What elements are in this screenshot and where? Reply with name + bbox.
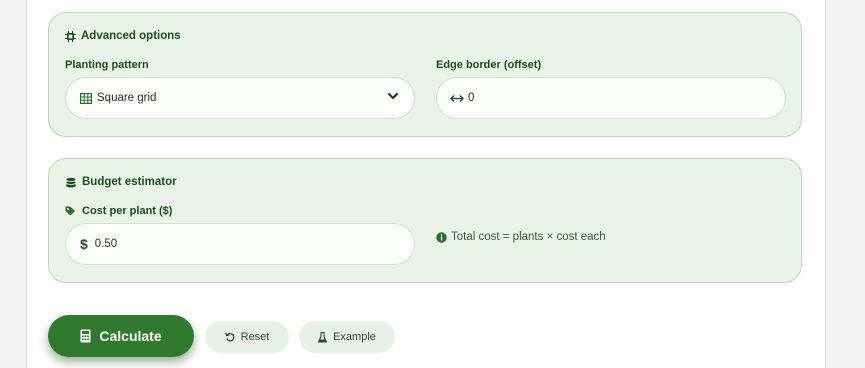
planting-pattern-label: Planting pattern: [65, 59, 149, 71]
total-cost-note-text: Total cost = plants × cost each: [451, 231, 606, 243]
advanced-options-header: Advanced options: [65, 30, 181, 42]
grid-icon: [80, 92, 92, 104]
reset-button[interactable]: Reset: [205, 321, 289, 353]
advanced-options-title: Advanced options: [81, 30, 181, 42]
calculate-button-label: Calculate: [99, 328, 162, 344]
cost-per-plant-input[interactable]: $ 0.50: [65, 223, 415, 265]
cost-per-plant-label-group: Cost per plant ($): [65, 205, 172, 217]
chevron-down-icon: [388, 93, 398, 100]
horizontal-arrows-icon: [450, 94, 464, 103]
cost-per-plant-label: Cost per plant ($): [82, 205, 173, 217]
total-cost-note: Total cost = plants × cost each: [436, 231, 606, 243]
calculator-icon: [80, 329, 91, 343]
reset-button-label: Reset: [240, 331, 270, 343]
budget-estimator-title: Budget estimator: [82, 176, 177, 188]
cost-per-plant-value: 0.50: [94, 238, 118, 250]
dollar-icon: $: [80, 236, 88, 252]
budget-estimator-header: Budget estimator: [65, 176, 177, 188]
planting-pattern-select[interactable]: Square grid: [65, 77, 415, 119]
budget-estimator-panel: Budget estimator Cost per plant ($) $ 0.…: [48, 158, 802, 283]
edge-border-value: 0: [468, 92, 475, 104]
info-icon: [436, 231, 447, 243]
undo-icon: [224, 332, 235, 342]
edge-border-input[interactable]: 0: [436, 77, 786, 119]
example-button-label: Example: [333, 331, 376, 343]
example-button[interactable]: Example: [299, 321, 395, 353]
coins-icon: [65, 176, 77, 188]
calculate-button[interactable]: Calculate: [48, 315, 194, 357]
advanced-options-panel: Advanced options Planting pattern Square…: [48, 12, 802, 137]
tag-icon: [65, 206, 76, 216]
chip-icon: [65, 30, 76, 42]
edge-border-label: Edge border (offset): [436, 59, 542, 71]
flask-icon: [318, 331, 328, 343]
planting-pattern-value: Square grid: [97, 92, 157, 104]
